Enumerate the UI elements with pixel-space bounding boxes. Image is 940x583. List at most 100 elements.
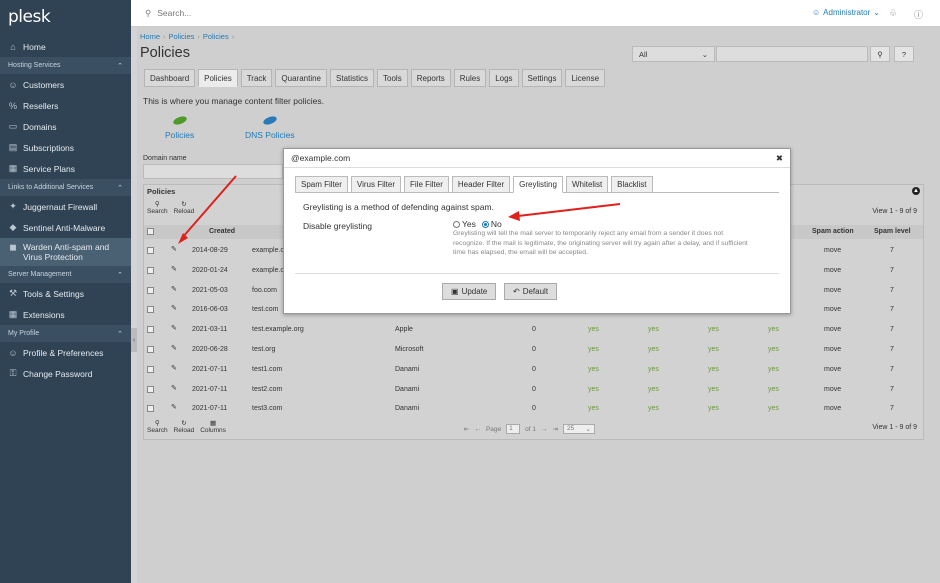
tab-file-filter[interactable]: File Filter xyxy=(404,176,449,193)
dns-policies-button[interactable]: DNS Policies xyxy=(245,114,295,140)
edit-icon[interactable]: ✎ xyxy=(171,304,177,312)
sidebar-item-extensions[interactable]: ▦ Extensions xyxy=(0,304,131,325)
row-checkbox[interactable] xyxy=(147,247,154,254)
search-tool[interactable]: ⚲ Search xyxy=(147,419,168,439)
last-page-icon[interactable]: ⇥ xyxy=(552,425,557,433)
sidebar-item-resellers[interactable]: % Resellers xyxy=(0,95,131,116)
cell-spam-action: move xyxy=(824,247,842,254)
update-button[interactable]: ▣ Update xyxy=(442,283,497,300)
reload-tool[interactable]: ↻ Reload xyxy=(174,419,195,439)
default-button[interactable]: ↶ Default xyxy=(504,283,558,300)
search-tool[interactable]: ⚲ Search xyxy=(147,200,168,220)
collapse-panel-icon[interactable]: ▲ xyxy=(912,187,920,195)
created-header[interactable]: Created xyxy=(209,228,235,235)
edit-icon[interactable]: ✎ xyxy=(171,285,177,293)
sidebar-item-juggernaut[interactable]: ✦ Juggernaut Firewall xyxy=(0,196,131,217)
columns-tool[interactable]: ▦ Columns xyxy=(200,419,226,439)
edit-icon[interactable]: ✎ xyxy=(171,324,177,332)
sidebar-group-profile[interactable]: My Profile ⌃ xyxy=(0,325,131,342)
plesk-logo[interactable]: plesk xyxy=(0,0,131,36)
row-checkbox[interactable] xyxy=(147,346,154,353)
domain-name-input[interactable] xyxy=(143,164,283,179)
edit-icon[interactable]: ✎ xyxy=(171,384,177,392)
sidebar-item-profile[interactable]: ☺ Profile & Preferences xyxy=(0,342,131,363)
table-row[interactable]: ✎ 2021-07-11 test1.com Danami 0 yes yes yes yes m… xyxy=(144,360,923,380)
global-search[interactable]: ⚲ Search... xyxy=(145,8,191,19)
tab-virus-filter[interactable]: Virus Filter xyxy=(350,176,401,193)
sidebar-group-links[interactable]: Links to Additional Services ⌃ xyxy=(0,179,131,196)
notifications-icon[interactable]: ♧ xyxy=(889,8,897,19)
select-all-checkbox[interactable] xyxy=(147,228,154,235)
pager: ⇤ ← Page 1 of 1 → ⇥ 25 ⌄ xyxy=(464,424,595,434)
view-count-footer: View 1 - 9 of 9 xyxy=(872,424,917,431)
sidebar-item-domains[interactable]: ▭ Domains xyxy=(0,116,131,137)
help-icon[interactable]: ⓘ xyxy=(914,8,923,21)
row-checkbox[interactable] xyxy=(147,286,154,294)
edit-icon[interactable]: ✎ xyxy=(171,403,177,411)
edit-icon[interactable]: ✎ xyxy=(171,364,177,372)
table-row[interactable]: ✎ 2021-07-11 test2.com Danami 0 yes yes yes yes m… xyxy=(144,380,923,400)
sidebar-item-warden[interactable]: ◼ Warden Anti-spam and Virus Protection xyxy=(0,238,131,266)
filter-select[interactable]: All ⌄ xyxy=(632,46,715,62)
table-row[interactable]: ✎ 2020-06-28 test.org Microsoft 0 yes yes yes ye… xyxy=(144,340,923,360)
tab-dashboard[interactable]: Dashboard xyxy=(144,69,196,87)
filter-input[interactable] xyxy=(716,46,868,62)
row-checkbox[interactable] xyxy=(147,385,154,393)
firewall-icon: ✦ xyxy=(9,201,17,211)
table-row[interactable]: ✎ 2021-03-11 test.example.org Apple 0 yes yes y… xyxy=(144,320,923,340)
radio-yes[interactable]: Yes xyxy=(453,219,476,229)
tools-icon: ⚒ xyxy=(8,288,18,298)
reload-tool[interactable]: ↻ Reload xyxy=(174,200,195,220)
tab-rules[interactable]: Rules xyxy=(453,69,487,87)
tab-tools[interactable]: Tools xyxy=(377,69,408,87)
tab-greylisting[interactable]: Greylisting xyxy=(513,176,563,193)
tab-settings[interactable]: Settings xyxy=(521,69,563,87)
edit-icon[interactable]: ✎ xyxy=(171,265,177,273)
cell-spam-level: 7 xyxy=(890,286,894,294)
sidebar-item-sentinel[interactable]: ◆ Sentinel Anti-Malware xyxy=(0,217,131,238)
sidebar-item-customers[interactable]: ☺ Customers xyxy=(0,74,131,95)
spam-action-header[interactable]: Spam action xyxy=(812,228,854,235)
policies-button[interactable]: Policies xyxy=(165,114,194,140)
row-checkbox[interactable] xyxy=(147,266,154,274)
per-page-select[interactable]: 25 ⌄ xyxy=(562,424,595,434)
tab-whitelist[interactable]: Whitelist xyxy=(565,176,609,193)
next-page-icon[interactable]: → xyxy=(541,426,548,433)
breadcrumb-policies[interactable]: Policies xyxy=(169,32,195,41)
row-checkbox[interactable] xyxy=(147,365,154,373)
cell-spam-action: move xyxy=(824,405,842,413)
tab-blacklist[interactable]: Blacklist xyxy=(611,176,653,193)
row-checkbox[interactable] xyxy=(147,326,154,334)
tab-reports[interactable]: Reports xyxy=(410,69,451,87)
tab-track[interactable]: Track xyxy=(240,69,273,87)
tab-statistics[interactable]: Statistics xyxy=(330,69,375,87)
sidebar-group-hosting[interactable]: Hosting Services ⌃ xyxy=(0,57,131,74)
spam-level-header[interactable]: Spam level xyxy=(874,228,911,235)
sidebar-group-server[interactable]: Server Management ⌃ xyxy=(0,266,131,283)
sidebar-item-tools-settings[interactable]: ⚒ Tools & Settings xyxy=(0,283,131,304)
sidebar-item-home[interactable]: ⌂ Home xyxy=(0,36,131,57)
radio-no[interactable]: No xyxy=(481,219,502,229)
tab-header-filter[interactable]: Header Filter xyxy=(451,176,511,193)
prev-page-icon[interactable]: ← xyxy=(474,426,481,433)
tab-policies[interactable]: Policies xyxy=(198,69,238,87)
sidebar-item-subscriptions[interactable]: ▤ Subscriptions xyxy=(0,137,131,158)
user-menu[interactable]: ☺ Administrator ⌄ xyxy=(812,8,880,17)
close-icon[interactable]: ✖ xyxy=(776,153,783,164)
edit-icon[interactable]: ✎ xyxy=(171,344,177,352)
edit-icon[interactable]: ✎ xyxy=(171,245,177,253)
first-page-icon[interactable]: ⇤ xyxy=(464,425,469,433)
sidebar-item-change-password[interactable]: ⚿ Change Password xyxy=(0,363,131,384)
search-button[interactable]: ⚲ xyxy=(870,46,890,62)
help-button[interactable]: ? xyxy=(894,46,914,62)
tab-spam-filter[interactable]: Spam Filter xyxy=(295,176,348,193)
tab-quarantine[interactable]: Quarantine xyxy=(275,69,328,87)
sidebar-item-service-plans[interactable]: ▦ Service Plans xyxy=(0,158,131,179)
breadcrumb-home[interactable]: Home xyxy=(140,32,160,41)
tab-logs[interactable]: Logs xyxy=(489,69,519,87)
breadcrumb-policies-2[interactable]: Policies xyxy=(203,32,229,41)
row-checkbox[interactable] xyxy=(147,405,154,413)
page-input[interactable]: 1 xyxy=(506,424,521,434)
tab-license[interactable]: License xyxy=(565,69,606,87)
row-checkbox[interactable] xyxy=(147,306,154,314)
